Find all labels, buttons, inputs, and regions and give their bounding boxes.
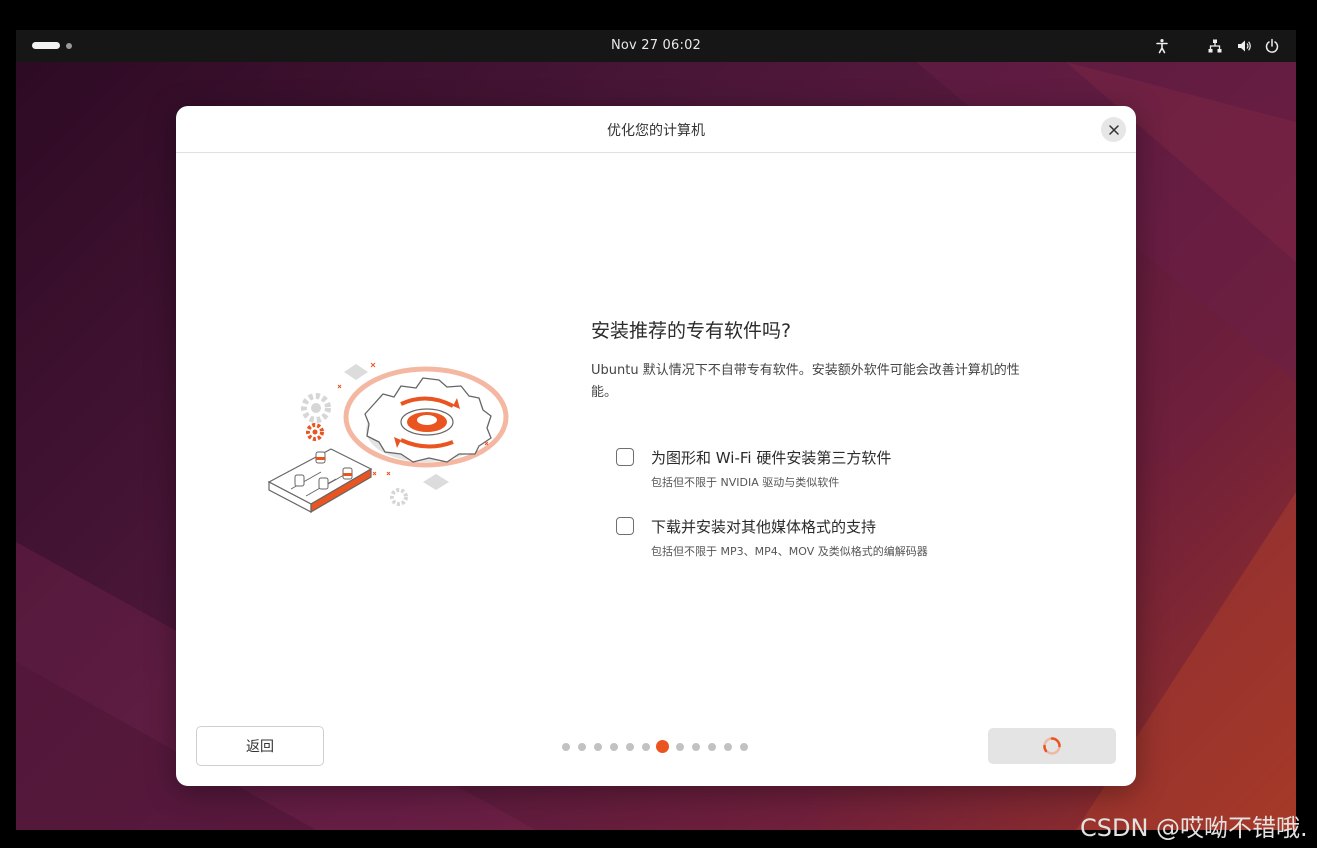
- network-icon[interactable]: [1207, 38, 1223, 54]
- step-dot: [692, 743, 700, 751]
- step-dot: [562, 743, 570, 751]
- step-dot: [740, 743, 748, 751]
- page-heading: 安装推荐的专有软件吗?: [591, 320, 792, 342]
- dialog-title: 优化您的计算机: [607, 123, 705, 139]
- step-dot: [626, 743, 634, 751]
- volume-icon[interactable]: [1236, 38, 1252, 54]
- close-button[interactable]: [1101, 117, 1126, 142]
- setup-dialog: 优化您的计算机 安装推荐的专有软件吗? Ubuntu 默认情况下不自带专有软件。…: [176, 106, 1136, 786]
- step-dot: [610, 743, 618, 751]
- top-bar: Nov 27 06:02: [16, 30, 1296, 62]
- checkbox-media-codecs[interactable]: [616, 517, 634, 535]
- checkbox-third-party-drivers[interactable]: [616, 448, 634, 466]
- step-dot: [724, 743, 732, 751]
- gear-illustration: [267, 362, 509, 514]
- option-sublabel: 包括但不限于 NVIDIA 驱动与类似软件: [651, 476, 840, 489]
- page-description: Ubuntu 默认情况下不自带专有软件。安装额外软件可能会改善计算机的性能。: [591, 363, 1020, 400]
- step-dot: [578, 743, 586, 751]
- option-label[interactable]: 下载并安装对其他媒体格式的支持: [651, 516, 876, 537]
- loading-spinner-icon: [1043, 737, 1061, 755]
- option-label[interactable]: 为图形和 Wi-Fi 硬件安装第三方软件: [651, 447, 891, 468]
- accessibility-icon[interactable]: [1154, 38, 1170, 54]
- watermark: CSDN @哎呦不错哦.: [1080, 814, 1308, 842]
- step-dot: [594, 743, 602, 751]
- next-button[interactable]: [988, 728, 1116, 764]
- close-icon: [1108, 124, 1119, 135]
- step-indicator: [562, 740, 762, 754]
- step-dot: [642, 743, 650, 751]
- back-button[interactable]: 返回: [196, 726, 324, 766]
- step-dot: [676, 743, 684, 751]
- dialog-header: 优化您的计算机: [176, 106, 1136, 153]
- power-icon[interactable]: [1264, 38, 1280, 54]
- clock[interactable]: Nov 27 06:02: [16, 38, 1296, 53]
- option-sublabel: 包括但不限于 MP3、MP4、MOV 及类似格式的编解码器: [651, 545, 928, 558]
- step-dot: [708, 743, 716, 751]
- step-dot-current: [656, 740, 669, 753]
